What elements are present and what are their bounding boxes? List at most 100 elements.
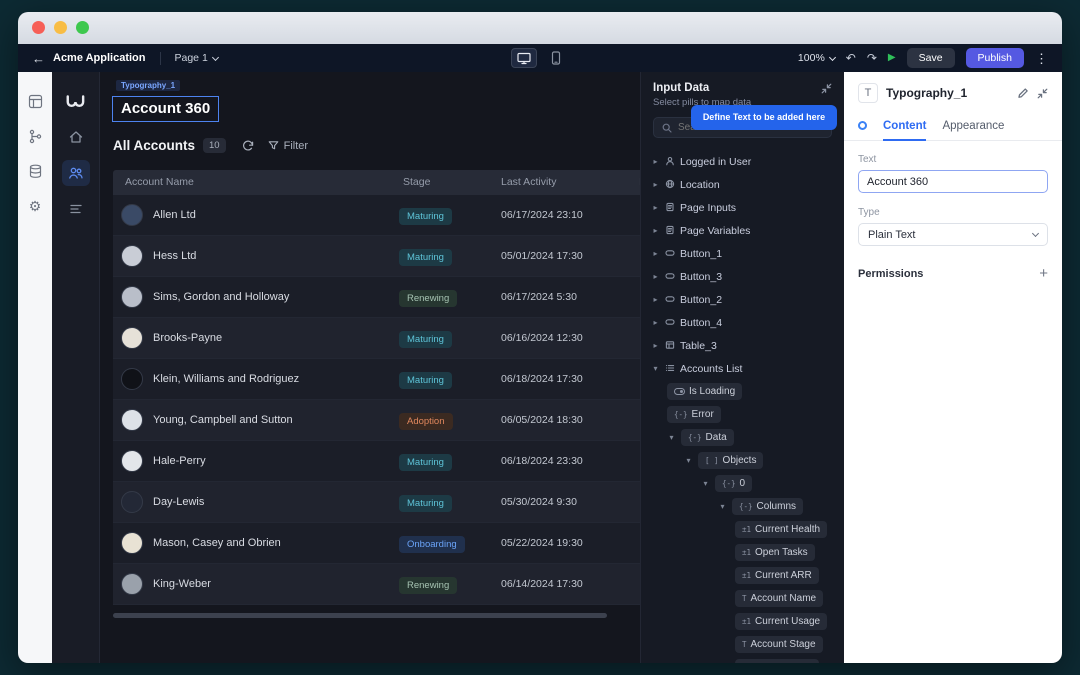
- edit-icon[interactable]: [1017, 87, 1029, 99]
- chevron-down-icon[interactable]: ▾: [684, 456, 693, 465]
- table-row[interactable]: King-Weber Renewing 06/14/2024 17:30: [113, 564, 640, 605]
- chevron-right-icon[interactable]: ▸: [651, 318, 660, 327]
- tree-item-button-3[interactable]: ▸ Button_3: [641, 265, 844, 288]
- page-selector[interactable]: Page 1: [175, 52, 218, 64]
- data-pill[interactable]: TAccount Stage: [735, 636, 823, 653]
- chevron-right-icon[interactable]: ▸: [651, 295, 660, 304]
- tree-item-data[interactable]: ▾ {-}Data: [641, 426, 844, 449]
- add-permission-icon[interactable]: +: [1039, 266, 1048, 281]
- data-pill[interactable]: [ ]Objects: [698, 452, 763, 469]
- chevron-down-icon[interactable]: ▾: [667, 433, 676, 442]
- tab-appearance[interactable]: Appearance: [942, 111, 1004, 141]
- tree-item-objects[interactable]: ▾ [ ]Objects: [641, 449, 844, 472]
- chevron-right-icon[interactable]: ▸: [651, 157, 660, 166]
- data-pill[interactable]: {-}Error: [667, 406, 721, 423]
- tree-item-button-4[interactable]: ▸Button_4: [641, 311, 844, 334]
- sidebar-item-accounts[interactable]: [62, 160, 90, 186]
- table-row[interactable]: Sims, Gordon and Holloway Renewing 06/17…: [113, 277, 640, 318]
- maximize-window-button[interactable]: [76, 21, 89, 34]
- data-pill[interactable]: ±1Current ARR: [735, 567, 819, 584]
- redo-icon[interactable]: ↷: [867, 52, 877, 64]
- chevron-down-icon[interactable]: ▾: [701, 479, 710, 488]
- table-row[interactable]: Allen Ltd Maturing 06/17/2024 23:10: [113, 195, 640, 236]
- chevron-right-icon[interactable]: ▸: [651, 341, 660, 350]
- tree-item-page-inputs[interactable]: ▸Page Inputs: [641, 196, 844, 219]
- chevron-right-icon[interactable]: ▸: [651, 180, 660, 189]
- tree-item-current-nps[interactable]: ±1Current NPS: [641, 656, 844, 663]
- tree-item-current-arr[interactable]: ±1Current ARR: [641, 564, 844, 587]
- chevron-right-icon[interactable]: ▸: [651, 203, 660, 212]
- tree-item-error[interactable]: {-}Error: [641, 403, 844, 426]
- column-header[interactable]: Account Name: [113, 170, 391, 195]
- tree-item-open-tasks[interactable]: ±1Open Tasks: [641, 541, 844, 564]
- tree-item-button-1[interactable]: ▸Button_1: [641, 242, 844, 265]
- tree-item-current-health[interactable]: ±1Current Health: [641, 518, 844, 541]
- account-name: Allen Ltd: [153, 209, 196, 221]
- table-row[interactable]: Young, Campbell and Sutton Adoption 06/0…: [113, 400, 640, 441]
- column-header[interactable]: Last Activity: [489, 170, 627, 195]
- type-select[interactable]: Plain Text: [858, 223, 1048, 246]
- horizontal-scrollbar[interactable]: [113, 613, 607, 618]
- data-pill[interactable]: ±1Current Usage: [735, 613, 827, 630]
- table-row[interactable]: Brooks-Payne Maturing 06/16/2024 12:30: [113, 318, 640, 359]
- account-name: Young, Campbell and Sutton: [153, 414, 293, 426]
- tree-item-accounts-list[interactable]: ▾Accounts List: [641, 357, 844, 380]
- data-pill[interactable]: ±1Current Health: [735, 521, 827, 538]
- data-sources-button[interactable]: [22, 158, 48, 184]
- desktop-view-button[interactable]: [511, 48, 537, 68]
- data-pill[interactable]: TAccount Name: [735, 590, 823, 607]
- save-button[interactable]: Save: [907, 48, 955, 68]
- collapse-panel-icon[interactable]: [821, 83, 832, 94]
- collapse-panel-icon[interactable]: [1037, 88, 1048, 99]
- tree-item-label: Button_3: [680, 271, 722, 283]
- page-structure-button[interactable]: [22, 123, 48, 149]
- table-row[interactable]: Klein, Williams and Rodriguez Maturing 0…: [113, 359, 640, 400]
- data-pill[interactable]: ±1Open Tasks: [735, 544, 815, 561]
- settings-button[interactable]: ⚙: [22, 193, 48, 219]
- text-value-input[interactable]: [858, 170, 1048, 193]
- chevron-right-icon[interactable]: ▸: [651, 249, 660, 258]
- column-header[interactable]: Stage: [391, 170, 489, 195]
- publish-button[interactable]: Publish: [966, 48, 1024, 68]
- filter-button[interactable]: Filter: [268, 140, 308, 152]
- tree-item-is-loading[interactable]: Is Loading: [641, 380, 844, 403]
- chevron-right-icon[interactable]: ▸: [651, 272, 660, 281]
- tree-item-table-3[interactable]: ▸Table_3: [641, 334, 844, 357]
- tree-item-page-variables[interactable]: ▸Page Variables: [641, 219, 844, 242]
- undo-icon[interactable]: ↶: [846, 52, 856, 64]
- tree-item-account-stage[interactable]: TAccount Stage: [641, 633, 844, 656]
- chevron-down-icon[interactable]: ▾: [718, 502, 727, 511]
- play-icon[interactable]: ▶: [888, 53, 896, 63]
- refresh-button[interactable]: [242, 140, 254, 152]
- data-pill[interactable]: {-}Columns: [732, 498, 803, 515]
- table-row[interactable]: Mason, Casey and Obrien Onboarding 05/22…: [113, 523, 640, 564]
- kebab-menu-icon[interactable]: ⋮: [1035, 52, 1048, 65]
- data-pill[interactable]: Is Loading: [667, 383, 742, 400]
- data-pill[interactable]: ±1Current NPS: [735, 659, 819, 663]
- back-icon[interactable]: ←: [32, 52, 45, 65]
- data-pill[interactable]: {-}0: [715, 475, 752, 492]
- tree-item-logged-in-user[interactable]: ▸Logged in User: [641, 150, 844, 173]
- tree-item-account-name[interactable]: TAccount Name: [641, 587, 844, 610]
- tree-item-0[interactable]: ▾ {-}0: [641, 472, 844, 495]
- sidebar-item-tasks[interactable]: [62, 196, 90, 222]
- tree-item-columns[interactable]: ▾ {-}Columns: [641, 495, 844, 518]
- selected-typography-component[interactable]: Account 360: [112, 96, 219, 122]
- close-window-button[interactable]: [32, 21, 45, 34]
- chevron-right-icon[interactable]: ▸: [651, 226, 660, 235]
- tree-item-location[interactable]: ▸Location: [641, 173, 844, 196]
- tree-item-button-2[interactable]: ▸Button_2: [641, 288, 844, 311]
- table-row[interactable]: Day-Lewis Maturing 05/30/2024 9:30: [113, 482, 640, 523]
- tab-content[interactable]: Content: [883, 111, 926, 141]
- table-row[interactable]: Hess Ltd Maturing 05/01/2024 17:30: [113, 236, 640, 277]
- column-header[interactable]: I: [627, 170, 640, 195]
- zoom-control[interactable]: 100%: [798, 52, 835, 64]
- minimize-window-button[interactable]: [54, 21, 67, 34]
- mobile-view-button[interactable]: [543, 48, 569, 68]
- chevron-down-icon[interactable]: ▾: [651, 364, 660, 373]
- data-pill[interactable]: {-}Data: [681, 429, 734, 446]
- sidebar-item-home[interactable]: [62, 124, 90, 150]
- table-row[interactable]: Hale-Perry Maturing 06/18/2024 23:30: [113, 441, 640, 482]
- tree-item-current-usage[interactable]: ±1Current Usage: [641, 610, 844, 633]
- components-panel-button[interactable]: [22, 88, 48, 114]
